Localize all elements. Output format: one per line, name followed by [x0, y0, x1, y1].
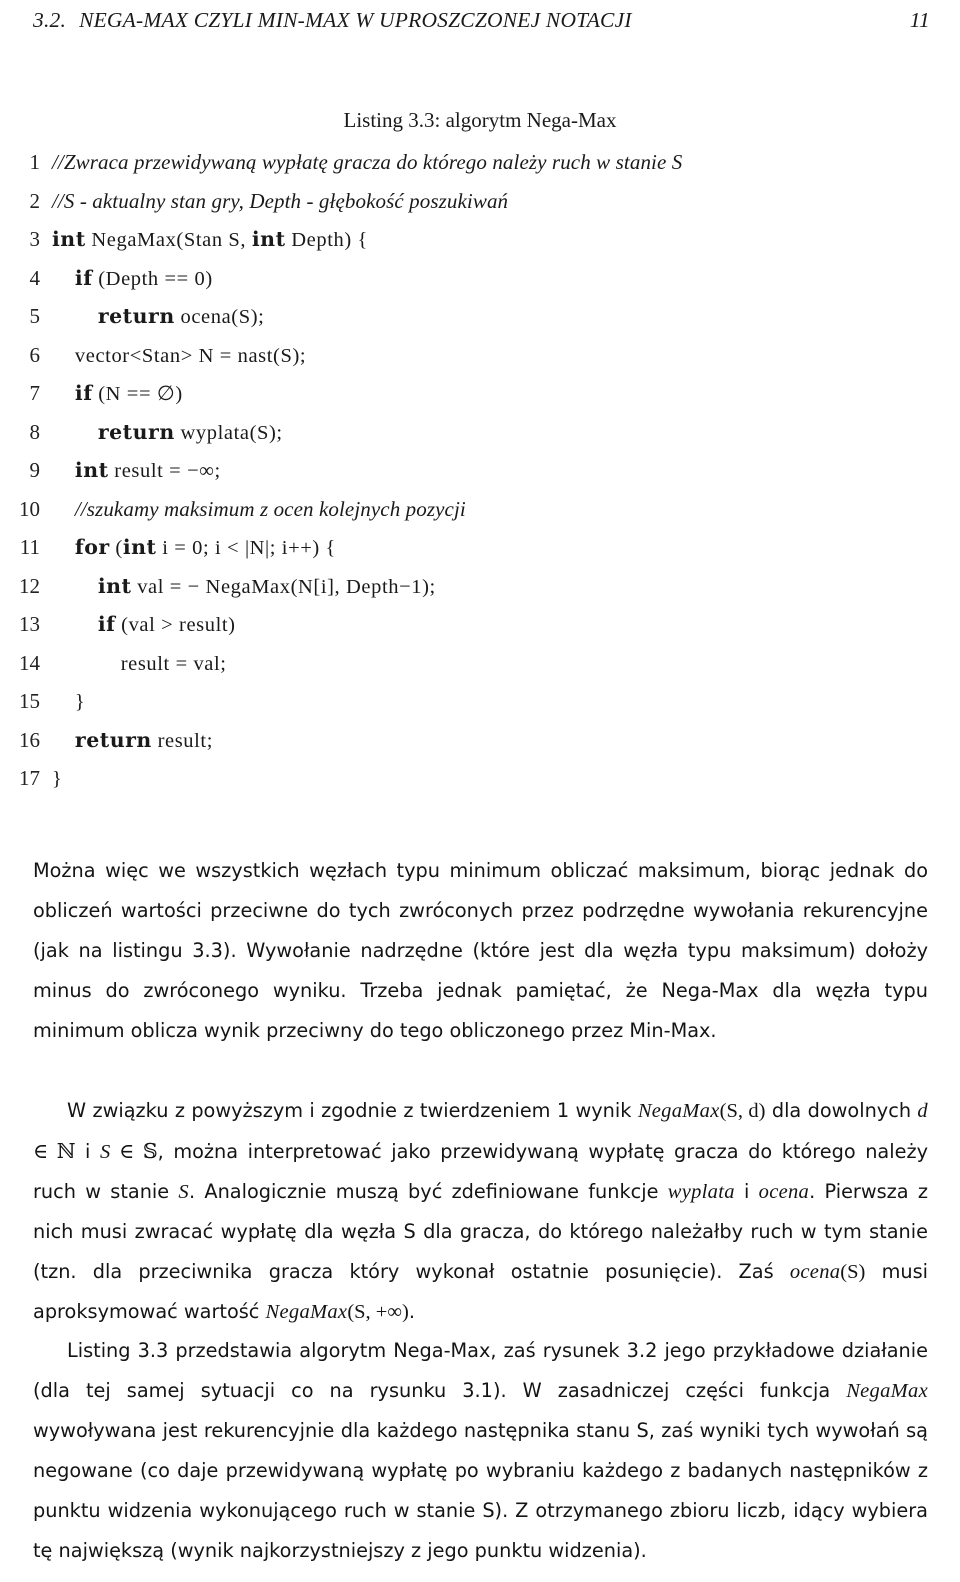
- code-text: //Zwraca przewidywaną wypłatę gracza do …: [52, 150, 683, 174]
- code-line: 17 }: [0, 766, 960, 805]
- line-number: 5: [29, 304, 41, 328]
- code-line: 15 }: [0, 689, 960, 728]
- text-run: wywoływana jest rekurencyjnie dla każdeg…: [33, 1419, 928, 1562]
- code-line: 5 return ocena(S);: [0, 304, 960, 343]
- line-number: 9: [29, 458, 41, 482]
- code-text: if (N == ∅): [74, 381, 183, 405]
- code-text: if (val > result): [97, 612, 236, 636]
- line-number: 14: [19, 650, 40, 675]
- body-paragraph-1: Można więc we wszystkich węzłach typu mi…: [33, 851, 928, 1051]
- code-text: int result = −∞;: [74, 458, 221, 482]
- code-text: }: [52, 691, 86, 713]
- code-text: if (Depth == 0): [74, 265, 213, 290]
- text-run: . Analogicznie muszą być zdefiniowane fu…: [188, 1180, 668, 1203]
- line-number: 3: [29, 227, 41, 251]
- math-state-set: 𝕊: [142, 1139, 158, 1163]
- line-number: 6: [29, 342, 41, 367]
- line-number: 11: [19, 535, 40, 559]
- code-line: 14 result = val;: [0, 651, 960, 690]
- text-run: .: [408, 1300, 415, 1323]
- code-line: 13 if (val > result): [0, 612, 960, 651]
- code-line: 1 //Zwraca przewidywaną wypłatę gracza d…: [0, 150, 960, 189]
- line-number: 16: [19, 727, 40, 752]
- code-text: for (int i = 0; i < |N|; i++) {: [74, 535, 336, 559]
- text-run: W związku z powyższym i zgodnie z twierd…: [67, 1099, 638, 1122]
- code-line: 7 if (N == ∅): [0, 381, 960, 420]
- listing-caption: Listing 3.3: algorytm Nega-Max: [343, 108, 617, 132]
- line-number: 13: [19, 612, 40, 636]
- header-title-text: NEGA-MAX CZYLI MIN-MAX W UPROSZCZONEJ NO…: [79, 8, 632, 32]
- math-negamax: NegaMax: [637, 1100, 720, 1122]
- text-run: i: [75, 1140, 100, 1163]
- math-negamax: NegaMax: [265, 1301, 348, 1323]
- code-line: 11 for (int i = 0; i < |N|; i++) {: [0, 535, 960, 574]
- paragraph-text: W związku z powyższym i zgodnie z twierd…: [33, 1091, 928, 1332]
- code-line: 16 return result;: [0, 728, 960, 767]
- paragraph-text: Można więc we wszystkich węzłach typu mi…: [33, 859, 928, 1042]
- code-line: 10 //szukamy maksimum z ocen kolejnych p…: [0, 497, 960, 536]
- line-number: 7: [29, 381, 41, 405]
- code-text: //szukamy maksimum z ocen kolejnych pozy…: [74, 496, 466, 521]
- code-line: 6 vector<Stan> N = nast(S);: [0, 343, 960, 382]
- math-d: d: [917, 1100, 928, 1122]
- math-negamax: NegaMax: [846, 1380, 928, 1402]
- line-number: 17: [19, 766, 40, 790]
- code-text: vector<Stan> N = nast(S);: [52, 344, 307, 367]
- line-number: 2: [29, 188, 41, 213]
- page-number: 11: [909, 8, 930, 32]
- paragraph-text: Listing 3.3 przedstawia algorytm Nega-Ma…: [33, 1331, 928, 1571]
- code-text: return ocena(S);: [97, 304, 265, 328]
- code-text: //S - aktualny stan gry, Depth - głęboko…: [52, 188, 509, 213]
- body-paragraph-2: W związku z powyższym i zgodnie z twierd…: [33, 1091, 928, 1332]
- code-text: return wyplata(S);: [97, 419, 283, 444]
- code-line: 4 if (Depth == 0): [0, 266, 960, 305]
- code-listing: 1 //Zwraca przewidywaną wypłatę gracza d…: [0, 150, 960, 805]
- code-text: result = val;: [52, 652, 227, 675]
- line-number: 8: [29, 419, 41, 444]
- line-number: 1: [29, 150, 41, 174]
- body-paragraph-3: Listing 3.3 przedstawia algorytm Nega-Ma…: [33, 1331, 928, 1571]
- math-in: ∈: [110, 1141, 143, 1163]
- math-in: ∈: [33, 1141, 57, 1163]
- code-line: 3 int NegaMax(Stan S, int Depth) {: [0, 227, 960, 266]
- math-args: (S): [840, 1261, 866, 1283]
- math-args: (S, d): [719, 1100, 766, 1122]
- text-run: i: [734, 1180, 759, 1203]
- code-text: }: [52, 768, 63, 790]
- code-text: return result;: [74, 727, 214, 752]
- code-line: 8 return wyplata(S);: [0, 420, 960, 459]
- math-ocena: ocena: [789, 1261, 841, 1283]
- code-line: 9 int result = −∞;: [0, 458, 960, 497]
- code-line: 2 //S - aktualny stan gry, Depth - głębo…: [0, 189, 960, 228]
- text-run: dla dowolnych: [765, 1099, 918, 1122]
- math-s: S: [178, 1181, 189, 1203]
- math-naturals: ℕ: [56, 1139, 76, 1163]
- header-section-title: 3.2. NEGA-MAX CZYLI MIN-MAX W UPROSZCZONE…: [33, 8, 632, 33]
- code-text: int val = − NegaMax(N[i], Depth−1);: [97, 573, 436, 598]
- page-header: 3.2. NEGA-MAX CZYLI MIN-MAX W UPROSZCZONE…: [33, 8, 930, 33]
- line-number: 4: [29, 265, 41, 290]
- math-s: S: [99, 1141, 111, 1163]
- math-wyplata: wyplata: [667, 1181, 735, 1203]
- code-line: 12 int val = − NegaMax(N[i], Depth−1);: [0, 574, 960, 613]
- line-number: 15: [19, 689, 40, 713]
- line-number: 12: [19, 573, 40, 598]
- code-text: int NegaMax(Stan S, int Depth) {: [52, 227, 368, 251]
- math-ocena: ocena: [758, 1181, 810, 1203]
- math-args: (S, +∞): [347, 1301, 409, 1323]
- text-run: Listing 3.3 przedstawia algorytm Nega-Ma…: [33, 1339, 928, 1402]
- header-section-number: 3.2.: [33, 8, 67, 32]
- line-number: 10: [19, 496, 40, 521]
